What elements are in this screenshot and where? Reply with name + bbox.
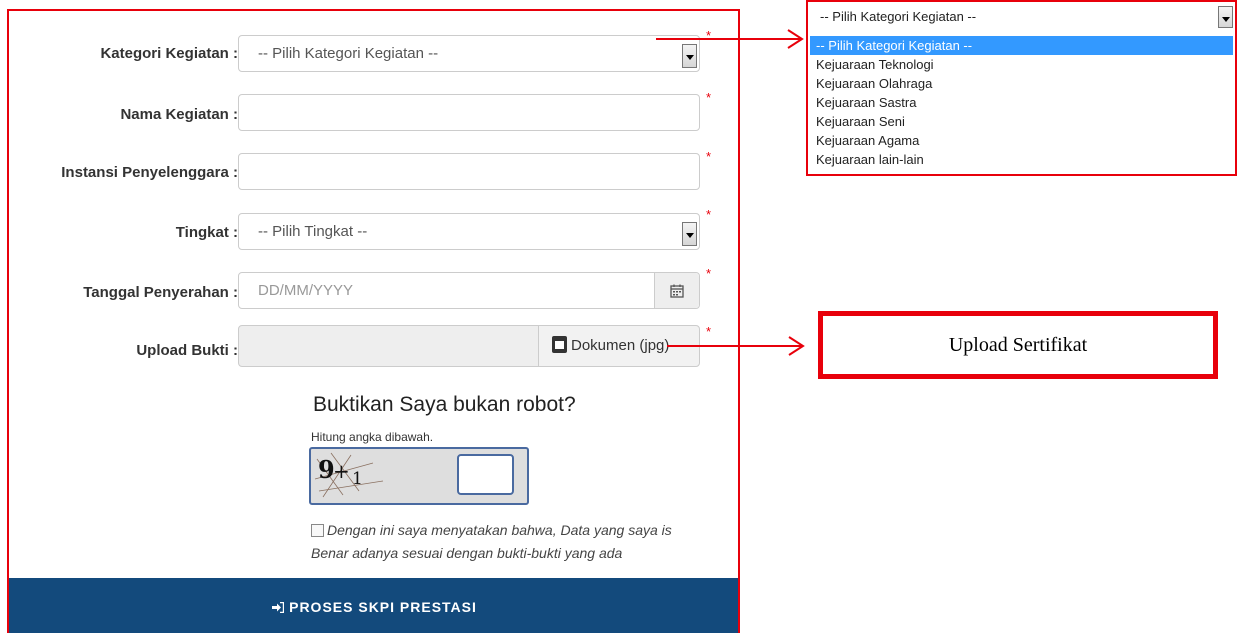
submit-button[interactable]: PROSES SKPI PRESTASI bbox=[9, 578, 738, 633]
chevron-down-icon[interactable] bbox=[682, 222, 697, 246]
required-mark: * bbox=[706, 149, 712, 164]
tingkat-select[interactable]: -- Pilih Tingkat -- bbox=[238, 213, 700, 250]
agreement-checkbox[interactable] bbox=[311, 524, 324, 537]
prestasi-form-panel: Kategori Kegiatan : -- Pilih Kategori Ke… bbox=[7, 9, 740, 633]
upload-document-button[interactable]: Dokumen (jpg) bbox=[538, 326, 699, 366]
captcha-hint: Hitung angka dibawah. bbox=[311, 430, 434, 444]
tingkat-label: Tingkat : bbox=[175, 224, 238, 241]
captcha-box: 9 + 1 bbox=[309, 447, 529, 505]
dropdown-selected-value: -- Pilih Kategori Kegiatan -- bbox=[820, 9, 977, 24]
dropdown-option[interactable]: Kejuaraan lain-lain bbox=[810, 150, 1233, 169]
captcha-answer-input[interactable] bbox=[457, 454, 514, 495]
dropdown-options: -- Pilih Kategori Kegiatan -- Kejuaraan … bbox=[810, 36, 1233, 169]
dropdown-option[interactable]: Kejuaraan Agama bbox=[810, 131, 1233, 150]
agreement-line-2: Benar adanya sesuai dengan bukti-bukti y… bbox=[311, 545, 623, 561]
captcha-operator: + bbox=[333, 459, 350, 483]
nama-kegiatan-input[interactable] bbox=[238, 94, 700, 131]
chevron-down-icon[interactable] bbox=[682, 44, 697, 68]
arrow-head bbox=[787, 29, 804, 49]
upload-button-label: Dokumen (jpg) bbox=[571, 337, 670, 354]
instansi-label: Instansi Penyelenggara : bbox=[61, 164, 238, 181]
kategori-select-value: -- Pilih Kategori Kegiatan -- bbox=[258, 45, 439, 62]
required-mark: * bbox=[706, 28, 712, 43]
arrow-head bbox=[788, 336, 805, 356]
captcha-title: Buktikan Saya bukan robot? bbox=[313, 393, 576, 416]
dropdown-option[interactable]: Kejuaraan Olahraga bbox=[810, 74, 1233, 93]
upload-field[interactable]: Dokumen (jpg) bbox=[238, 325, 700, 367]
captcha-image: 9 + 1 bbox=[313, 451, 447, 501]
required-mark: * bbox=[706, 266, 712, 281]
tanggal-placeholder: DD/MM/YYYY bbox=[258, 282, 354, 299]
dropdown-option[interactable]: -- Pilih Kategori Kegiatan -- bbox=[810, 36, 1233, 55]
agreement-line-1: Dengan ini saya menyatakan bahwa, Data y… bbox=[327, 522, 672, 538]
required-mark: * bbox=[706, 324, 712, 339]
instansi-input[interactable] bbox=[238, 153, 700, 190]
upload-label: Upload Bukti : bbox=[136, 342, 238, 359]
kategori-dropdown-expanded: -- Pilih Kategori Kegiatan -- -- Pilih K… bbox=[806, 0, 1237, 176]
required-mark: * bbox=[706, 207, 712, 222]
image-file-icon bbox=[552, 336, 567, 353]
dropdown-option[interactable]: Kejuaraan Teknologi bbox=[810, 55, 1233, 74]
kategori-select[interactable]: -- Pilih Kategori Kegiatan -- bbox=[238, 35, 700, 72]
required-mark: * bbox=[706, 90, 712, 105]
tanggal-input[interactable]: DD/MM/YYYY bbox=[238, 272, 700, 309]
agreement-text: Dengan ini saya menyatakan bahwa, Data y… bbox=[311, 519, 738, 565]
calendar-button[interactable] bbox=[654, 273, 699, 308]
upload-sertifikat-callout: Upload Sertifikat bbox=[818, 311, 1218, 379]
nama-kegiatan-label: Nama Kegiatan : bbox=[120, 106, 238, 123]
tanggal-label: Tanggal Penyerahan : bbox=[83, 284, 238, 301]
captcha-digit-b: 1 bbox=[352, 469, 363, 489]
dropdown-selected-display[interactable]: -- Pilih Kategori Kegiatan -- bbox=[808, 2, 1235, 34]
calendar-icon bbox=[670, 284, 684, 298]
chevron-down-icon[interactable] bbox=[1218, 6, 1233, 28]
tingkat-select-value: -- Pilih Tingkat -- bbox=[258, 223, 368, 240]
sign-in-icon bbox=[272, 602, 285, 613]
kategori-label: Kategori Kegiatan : bbox=[100, 45, 238, 62]
dropdown-option[interactable]: Kejuaraan Sastra bbox=[810, 93, 1233, 112]
submit-label: PROSES SKPI PRESTASI bbox=[289, 599, 477, 615]
dropdown-option[interactable]: Kejuaraan Seni bbox=[810, 112, 1233, 131]
